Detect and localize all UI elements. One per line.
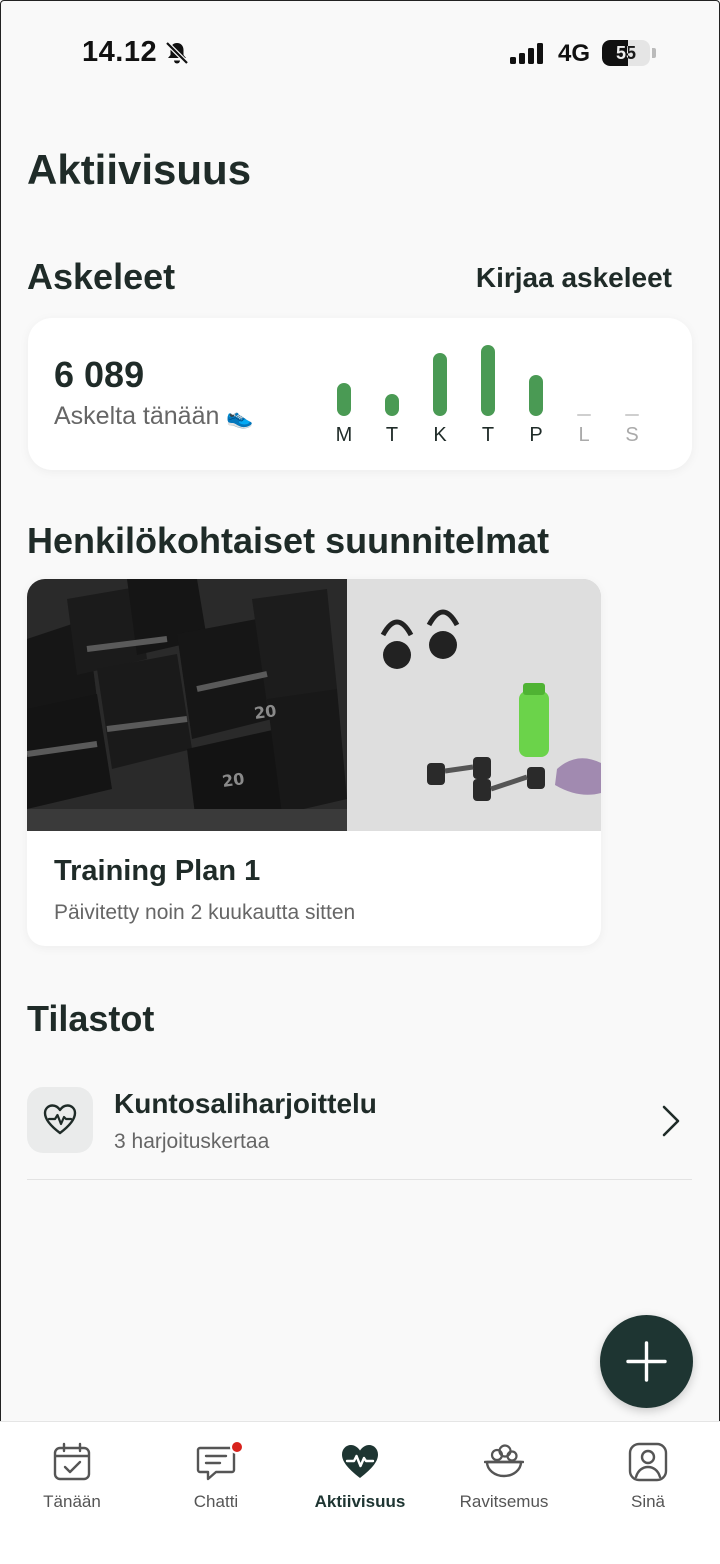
log-steps-button[interactable]: Kirjaa askeleet xyxy=(476,262,672,294)
heart-activity-icon xyxy=(342,1445,378,1478)
steps-bar xyxy=(625,414,639,416)
tab-label-activity: Aktiivisuus xyxy=(314,1492,406,1511)
plan-card[interactable]: 20 20 Training Plan 1 Päivitetty noin 2 … xyxy=(27,579,601,946)
day-column: K xyxy=(420,336,460,454)
day-column: T xyxy=(372,336,412,454)
steps-bar xyxy=(529,375,543,416)
shoe-icon: 👟 xyxy=(226,404,254,429)
status-bar: 14.12 4G 55 xyxy=(0,0,720,100)
day-column: P xyxy=(516,336,556,454)
steps-card[interactable]: 6 089 Askelta tänään 👟 M T K T P L S xyxy=(28,318,692,470)
tab-profile[interactable]: Sinä xyxy=(576,1422,720,1532)
steps-bar xyxy=(577,414,591,416)
stat-subtitle: 3 harjoituskertaa xyxy=(114,1130,270,1153)
stat-row-gym[interactable]: Kuntosaliharjoittelu 3 harjoituskertaa xyxy=(27,1082,692,1180)
calendar-check-icon xyxy=(53,1442,91,1481)
plans-section-title: Henkilökohtaiset suunnitelmat xyxy=(27,520,550,561)
steps-bar xyxy=(337,383,351,416)
day-label: P xyxy=(529,424,543,446)
day-label: L xyxy=(578,424,590,446)
day-label: T xyxy=(385,424,399,446)
network-label: 4G xyxy=(558,40,591,67)
day-label: T xyxy=(481,424,495,446)
status-time: 14.12 xyxy=(82,36,158,68)
signal-icon xyxy=(510,43,543,64)
weekly-steps-chart: MTKTPLS xyxy=(324,336,674,454)
profile-icon xyxy=(628,1442,668,1482)
plus-icon xyxy=(626,1341,667,1382)
tab-today[interactable]: Tänään xyxy=(0,1422,144,1532)
add-button[interactable] xyxy=(600,1315,693,1408)
plan-subtitle: Päivitetty noin 2 kuukautta sitten xyxy=(54,901,356,924)
tab-bar: Tänään Chatti Aktiivisuus Ravitsemus Sin… xyxy=(0,1421,720,1564)
steps-bar xyxy=(433,353,447,416)
tab-nutrition[interactable]: Ravitsemus xyxy=(432,1422,576,1532)
steps-count: 6 089 xyxy=(54,354,145,395)
tab-label-profile: Sinä xyxy=(630,1492,666,1511)
battery-level: 55 xyxy=(615,43,637,63)
tab-label-nutrition: Ravitsemus xyxy=(459,1492,549,1511)
svg-text:20: 20 xyxy=(253,701,278,723)
day-label: K xyxy=(433,424,447,446)
stat-title: Kuntosaliharjoittelu xyxy=(114,1088,377,1119)
bell-off-icon xyxy=(165,41,189,65)
unread-badge xyxy=(230,1440,244,1454)
steps-section-title: Askeleet xyxy=(27,256,176,297)
steps-bar xyxy=(481,345,495,416)
tab-label-chat: Chatti xyxy=(193,1492,239,1511)
tab-chat[interactable]: Chatti xyxy=(144,1422,288,1532)
steps-bar xyxy=(385,394,399,416)
tab-label-today: Tänään xyxy=(43,1492,101,1511)
day-label: M xyxy=(335,424,353,446)
day-column: L xyxy=(564,336,604,454)
day-column: S xyxy=(612,336,652,454)
plan-title: Training Plan 1 xyxy=(54,855,261,887)
tab-activity[interactable]: Aktiivisuus xyxy=(288,1422,432,1532)
battery-icon: 55 xyxy=(602,40,656,66)
food-bowl-icon xyxy=(484,1444,524,1478)
day-column: T xyxy=(468,336,508,454)
day-column: M xyxy=(324,336,364,454)
heart-pulse-icon xyxy=(27,1087,93,1153)
page-title: Aktiivisuus xyxy=(27,146,252,193)
chevron-right-icon xyxy=(662,1105,680,1137)
gym-dumbbells-photo: 20 20 xyxy=(27,579,601,831)
stats-section-title: Tilastot xyxy=(27,998,155,1039)
steps-caption: Askelta tänään 👟 xyxy=(54,402,254,431)
svg-text:20: 20 xyxy=(221,769,246,791)
day-label: S xyxy=(625,424,639,446)
steps-caption-text: Askelta tänään xyxy=(54,402,220,430)
